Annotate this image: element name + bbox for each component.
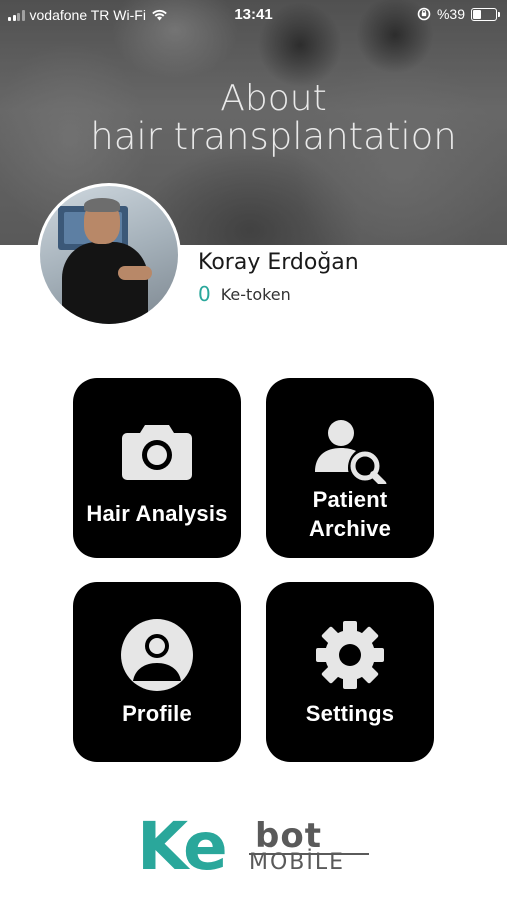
settings-button[interactable]: Settings [266, 582, 434, 762]
patient-archive-button[interactable]: Patient Archive [266, 378, 434, 558]
hero-title: About hair transplantation [0, 80, 507, 157]
token-balance: 0 Ke-token [198, 282, 291, 306]
camera-icon [121, 416, 193, 486]
avatar-photo [40, 186, 178, 324]
kebot-logo: Ke bot MOBİLE [137, 808, 373, 885]
patient-archive-label: Patient Archive [309, 486, 391, 543]
logo-divider [249, 853, 369, 855]
battery-fill [473, 9, 481, 19]
settings-label: Settings [305, 701, 395, 726]
patient-archive-line1: Patient [312, 487, 388, 512]
hero-title-line1: About [220, 78, 327, 119]
token-count: 0 [198, 282, 211, 306]
user-circle-icon [121, 619, 193, 691]
token-label: Ke-token [220, 284, 291, 304]
battery-icon [471, 7, 500, 21]
orientation-lock-icon [417, 7, 431, 21]
hair-analysis-label: Hair Analysis [86, 501, 228, 526]
logo-ke: Ke [137, 808, 228, 885]
patient-archive-line2: Archive [308, 515, 392, 541]
battery-percent: %39 [436, 6, 465, 22]
hair-analysis-button[interactable]: Hair Analysis [73, 378, 241, 558]
avatar[interactable] [37, 183, 181, 327]
user-search-icon [313, 416, 387, 486]
gear-icon [314, 620, 386, 690]
user-name: Koray Erdoğan [198, 250, 359, 275]
profile-button[interactable]: Profile [73, 582, 241, 762]
profile-label: Profile [122, 701, 192, 726]
status-bar: vodafone TR Wi-Fi 13:41 %39 [0, 0, 507, 30]
status-right: %39 [417, 6, 500, 22]
hero-title-line2: hair transplantation [90, 114, 457, 158]
